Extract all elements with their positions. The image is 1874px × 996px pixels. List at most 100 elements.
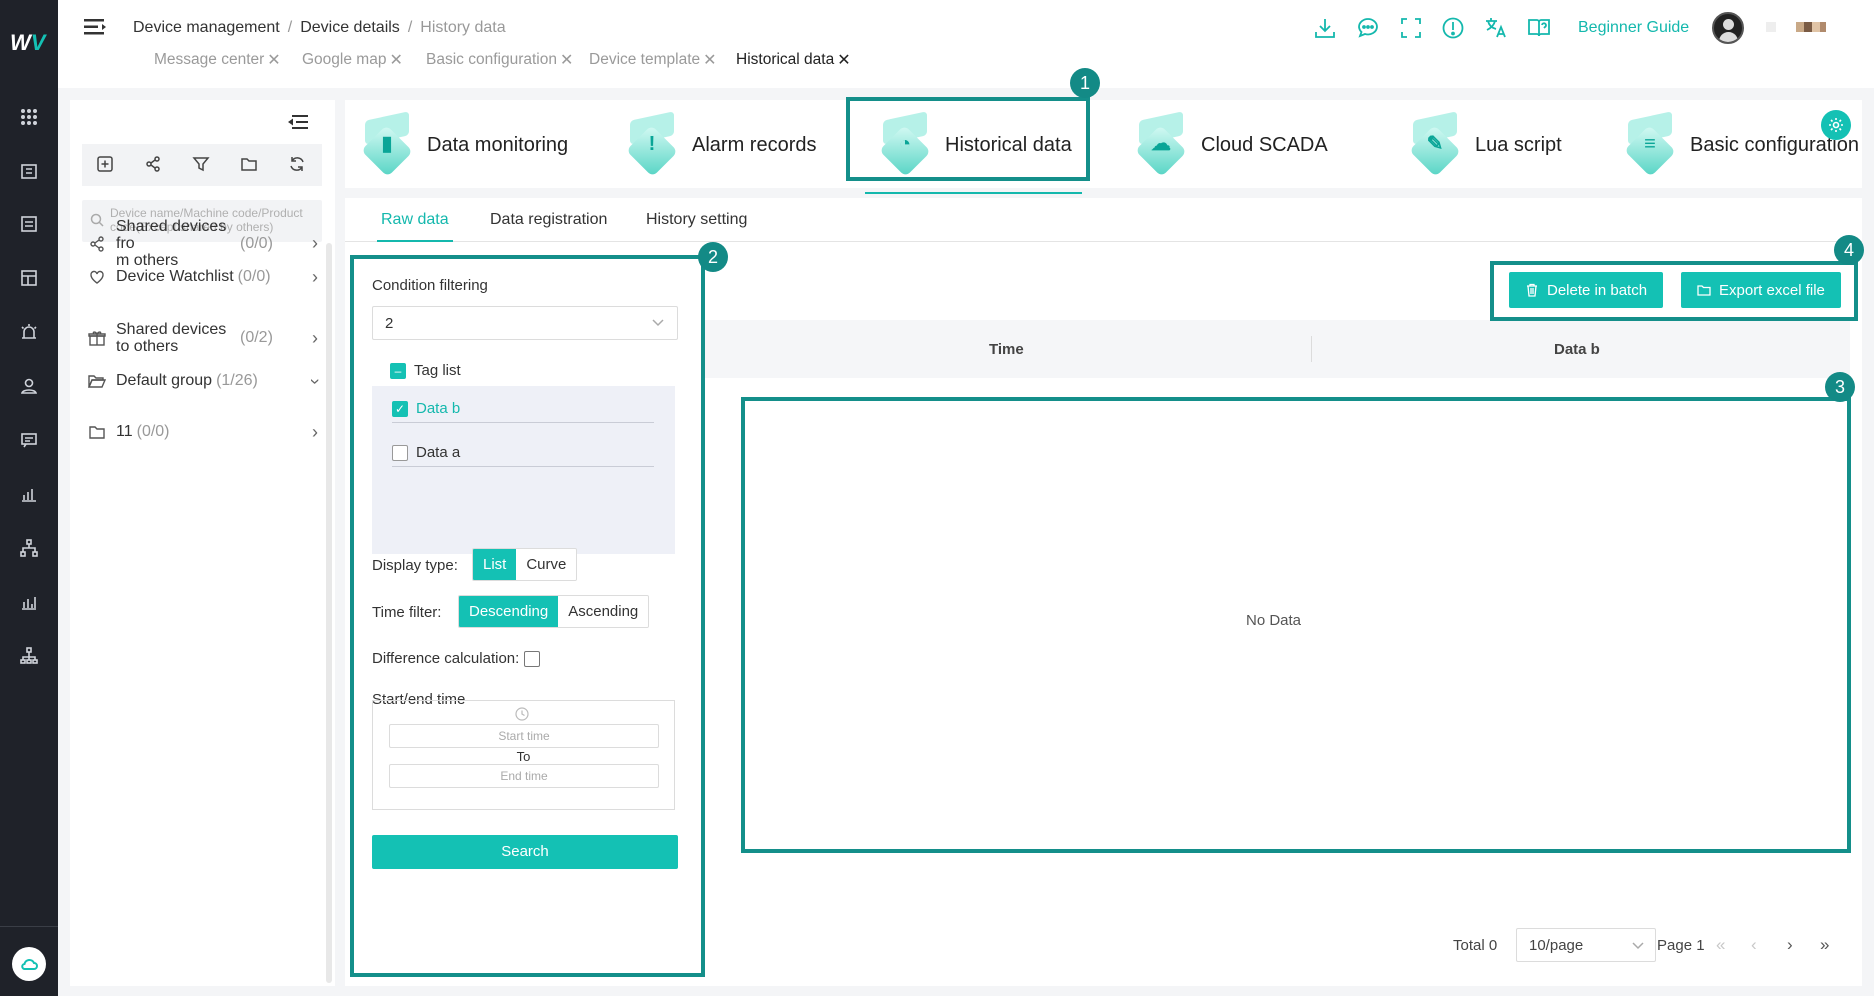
card-alarm-records[interactable]: ! Alarm records [622,110,816,180]
share-icon[interactable] [144,155,164,175]
layout-icon[interactable] [19,268,39,288]
page-size-select[interactable]: 10/page [1516,928,1656,962]
last-page-icon[interactable]: » [1820,935,1829,955]
tab-data-registration[interactable]: Data registration [490,211,607,229]
page-size-value: 10/page [1529,937,1584,954]
tree-item-shared-to-others[interactable]: Shared devices to others (0/2) › [88,321,318,355]
tree-item-count: (0/0) [240,234,273,252]
close-icon[interactable]: ✕ [703,50,716,70]
tab-historical-data[interactable]: Historical data ✕ [736,50,851,70]
left-nav-rail: WV [0,0,58,996]
user-name-redacted[interactable] [1766,22,1826,32]
device-tree-panel: Device name/Machine code/Product code(Ex… [70,100,335,986]
tree-item-count: (0/0) [136,423,170,440]
column-time[interactable]: Time [989,341,1024,358]
alarm-light-icon[interactable] [19,322,39,342]
pagination-total: Total 0 [1453,937,1498,954]
share-icon [88,235,106,253]
card-data-monitoring[interactable]: ▮ Data monitoring [357,110,568,180]
bar-chart-icon[interactable] [19,484,39,504]
close-icon[interactable]: ✕ [837,50,850,70]
chevron-down-icon [1631,938,1645,952]
chevron-right-icon[interactable]: › [312,267,318,288]
refresh-icon[interactable] [288,155,308,175]
beginner-guide-link[interactable]: Beginner Guide [1578,19,1689,37]
close-icon[interactable]: ✕ [389,50,402,70]
form-icon[interactable] [19,214,39,234]
prev-page-icon[interactable]: ‹ [1751,935,1757,955]
message-icon[interactable] [19,430,39,450]
building-icon[interactable] [19,161,39,181]
tree-item-count: (1/26) [216,372,258,389]
folder-icon[interactable] [240,155,260,175]
gift-icon [88,329,106,347]
tree-item-label: Shared devices fro m others [116,218,227,269]
first-page-icon[interactable]: « [1716,935,1725,955]
current-page: Page 1 [1657,937,1705,954]
tree-item-label: 11 [116,423,133,440]
annotation-badge-3: 3 [1825,372,1855,402]
tree-toolbar [82,144,322,186]
statistics-icon[interactable] [19,592,39,612]
annotation-box-3 [741,397,1851,853]
tab-basic-configuration[interactable]: Basic configuration ✕ [426,50,573,70]
app-logo[interactable]: WV [10,30,48,60]
tree-item-11[interactable]: 11 (0/0) › [88,422,318,443]
chat-icon[interactable] [1355,15,1381,41]
avatar[interactable] [1712,12,1744,44]
chevron-down-icon[interactable]: › [305,378,326,384]
cloud-scada-icon: ☁ [1131,111,1191,178]
annotation-badge-4: 4 [1834,235,1864,265]
collapse-panel-icon[interactable] [288,114,308,130]
hierarchy-icon[interactable] [19,646,39,666]
menu-toggle-icon[interactable] [84,18,106,36]
close-icon[interactable]: ✕ [267,50,280,70]
chevron-right-icon[interactable]: › [312,328,318,349]
close-icon[interactable]: ✕ [560,50,573,70]
download-icon[interactable] [1312,15,1338,41]
chevron-right-icon[interactable]: › [312,233,318,254]
translate-icon[interactable] [1483,15,1509,41]
apps-grid-icon[interactable] [19,107,39,127]
tree-item-label: Default group [116,372,213,389]
tree-item-label: Device Watchlist [116,268,234,285]
card-cloud-scada[interactable]: ☁ Cloud SCADA [1131,110,1328,180]
tree-item-label: Shared devices to others [116,321,227,355]
tab-device-template[interactable]: Device template ✕ [589,50,717,70]
user-icon[interactable] [19,376,39,396]
filter-icon[interactable] [192,155,212,175]
alert-icon[interactable] [1440,15,1466,41]
function-card-bar: ▮ Data monitoring ! Alarm records ◔ Hist… [345,100,1862,194]
help-book-icon[interactable] [1526,15,1552,41]
add-device-icon[interactable] [96,155,116,175]
tree-item-default-group[interactable]: Default group (1/26) › [87,372,326,390]
column-data-b[interactable]: Data b [1554,341,1600,358]
breadcrumb-device-management[interactable]: Device management [133,19,280,36]
next-page-icon[interactable]: › [1787,935,1793,955]
breadcrumb-device-details[interactable]: Device details [300,19,400,36]
tab-google-map[interactable]: Google map ✕ [302,50,403,70]
org-tree-icon[interactable] [19,538,39,558]
settings-gear-icon[interactable] [1821,110,1851,140]
tree-item-device-watchlist[interactable]: Device Watchlist (0/0) › [88,267,318,288]
tree-item-count: (0/2) [240,329,273,346]
folder-icon [88,423,106,441]
fullscreen-icon[interactable] [1398,15,1424,41]
tab-raw-data[interactable]: Raw data [377,211,453,242]
heart-icon [88,268,106,286]
card-lua-script[interactable]: ✎ Lua script [1405,110,1562,180]
tab-history-setting[interactable]: History setting [646,211,747,229]
folder-open-icon [87,372,107,390]
data-monitoring-icon: ▮ [357,111,417,178]
top-header: Device management / Device details / History… [58,0,1874,88]
breadcrumb: Device management / Device details / History… [133,19,506,36]
tree-item-shared-from-others[interactable]: Shared devices fro m others (0/0) › [88,218,318,269]
tab-message-center[interactable]: Message center ✕ [154,50,281,70]
cloud-icon[interactable] [12,947,46,981]
chevron-right-icon[interactable]: › [312,422,318,443]
subtab-bar: Raw data Data registration History setti… [345,198,1862,242]
annotation-badge-2: 2 [698,242,728,272]
annotation-badge-1: 1 [1070,68,1100,98]
annotation-box-4 [1490,261,1858,321]
tree-scrollbar[interactable] [326,243,332,983]
